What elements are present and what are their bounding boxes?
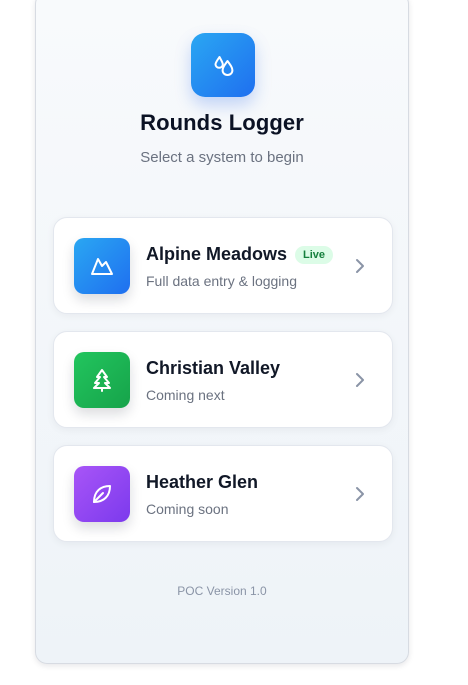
page-subtitle: Select a system to begin bbox=[140, 149, 304, 166]
chevron-right-icon bbox=[352, 370, 368, 390]
mountain-icon bbox=[91, 258, 113, 275]
system-name-row: Alpine Meadows Live bbox=[146, 244, 334, 265]
system-card-heather-glen[interactable]: Heather Glen Coming soon bbox=[53, 445, 393, 542]
system-name: Christian Valley bbox=[146, 358, 281, 378]
system-icon-tile bbox=[74, 238, 130, 294]
system-name: Heather Glen bbox=[146, 472, 259, 492]
chevron-right-icon bbox=[352, 484, 368, 504]
app-shell: Rounds Logger Select a system to begin A… bbox=[35, 0, 409, 664]
system-name-row: Christian Valley bbox=[146, 358, 280, 379]
system-description: Coming next bbox=[146, 387, 225, 403]
water-drops-icon bbox=[214, 56, 234, 76]
system-description: Full data entry & logging bbox=[146, 273, 297, 289]
system-name-row: Heather Glen bbox=[146, 472, 258, 493]
pine-tree-icon bbox=[93, 369, 111, 392]
system-name: Alpine Meadows bbox=[146, 244, 288, 264]
status-badge: Live bbox=[295, 245, 334, 264]
system-icon-tile bbox=[74, 466, 130, 522]
system-card-alpine-meadows[interactable]: Alpine Meadows Live Full data entry & lo… bbox=[53, 217, 393, 314]
leaf-icon bbox=[93, 485, 111, 503]
system-card-christian-valley[interactable]: Christian Valley Coming next bbox=[53, 331, 393, 428]
app-logo bbox=[191, 33, 255, 97]
system-icon-tile bbox=[74, 352, 130, 408]
chevron-right-icon bbox=[352, 256, 368, 276]
page-title: Rounds Logger bbox=[140, 110, 304, 135]
version-label: POC Version 1.0 bbox=[177, 584, 267, 598]
system-description: Coming soon bbox=[146, 501, 229, 517]
